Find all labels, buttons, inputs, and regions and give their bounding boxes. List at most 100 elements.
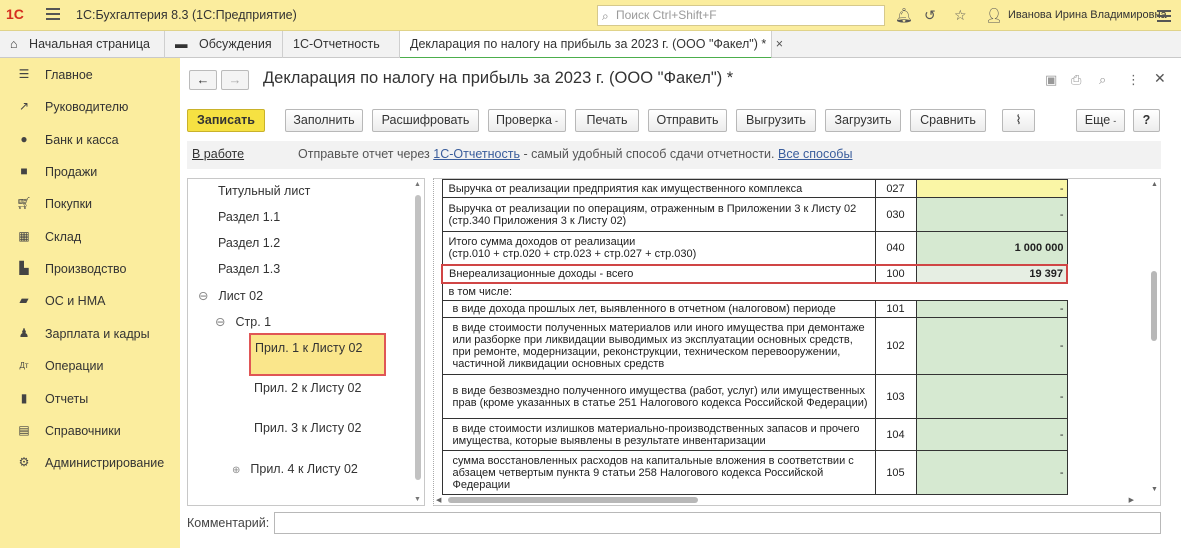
table-row: Выручка от реализации предприятия как им…: [441, 179, 1068, 198]
comment-input[interactable]: [274, 512, 1161, 534]
sidebar-item-label: Производство: [45, 262, 127, 276]
scrollbar-thumb[interactable]: [448, 497, 698, 503]
sidebar-item-label: Продажи: [45, 165, 98, 179]
bell-icon[interactable]: 🔔︎: [895, 7, 913, 24]
more-button[interactable]: Еще -: [1076, 109, 1125, 132]
tree-item[interactable]: ⊖ Стр. 1: [215, 314, 271, 329]
print-icon[interactable]: ⎙: [1071, 72, 1081, 88]
sidebar-item-main[interactable]: ☰ Главное: [0, 64, 180, 88]
main-panel: ← → Декларация по налогу на прибыль за 2…: [181, 58, 1181, 548]
row-value[interactable]: -: [915, 179, 1068, 198]
row-value[interactable]: 1 000 000: [915, 231, 1068, 265]
sidebar-item-warehouse[interactable]: ▦ Склад: [0, 226, 180, 250]
row-value[interactable]: -: [915, 418, 1068, 451]
scroll-up-icon[interactable]: ▲: [1151, 181, 1158, 188]
tree-item[interactable]: ⊕ Прил. 4 к Листу 02: [232, 462, 358, 476]
tree-item[interactable]: Прил. 2 к Листу 02: [254, 381, 361, 395]
star-icon[interactable]: ☆: [954, 7, 967, 24]
collapse-icon[interactable]: ⊖: [198, 289, 208, 303]
tab-declaration[interactable]: Декларация по налогу на прибыль за 2023 …: [400, 31, 783, 59]
sidebar-item-assets[interactable]: ▰ ОС и НМА: [0, 290, 180, 314]
tab-discussions[interactable]: ▬ Обсуждения: [165, 31, 283, 58]
report-horizontal-scrollbar[interactable]: ◀ ▶: [434, 495, 1150, 505]
tab-1c-reporting[interactable]: 1С-Отчетность: [283, 31, 400, 58]
all-ways-link[interactable]: Все способы: [778, 147, 852, 161]
row-value[interactable]: -: [915, 197, 1068, 232]
sidebar-item-label: Банк и касса: [45, 133, 119, 147]
send-button[interactable]: Отправить: [648, 109, 727, 132]
save-icon[interactable]: ▣: [1045, 72, 1057, 88]
expand-icon[interactable]: ⊕: [232, 465, 240, 476]
user-icon[interactable]: 👤︎: [985, 7, 1003, 24]
compare-button[interactable]: Сравнить: [910, 109, 986, 132]
sidebar-item-salary[interactable]: ♟ Зарплата и кадры: [0, 323, 180, 347]
close-icon[interactable]: ✕: [1154, 70, 1166, 87]
tree-item[interactable]: Раздел 1.2: [218, 236, 280, 250]
tree-item[interactable]: Прил. 3 к Листу 02: [254, 421, 361, 435]
sidebar-item-directories[interactable]: ▤ Справочники: [0, 420, 180, 444]
table-row: в виде стоимости излишков материально-пр…: [441, 418, 1068, 451]
tree-item[interactable]: ⊖ Лист 02: [198, 288, 263, 303]
bar-chart-icon: ▮: [20, 391, 28, 405]
tree-scrollbar[interactable]: ▲ ▼: [414, 181, 422, 503]
table-row: в виде стоимости полученных материалов и…: [441, 317, 1068, 375]
history-icon[interactable]: ↺: [924, 7, 936, 24]
import-button[interactable]: Загрузить: [825, 109, 901, 132]
attach-button[interactable]: ⌇: [1002, 109, 1035, 132]
sidebar-item-manager[interactable]: ↗ Руководителю: [0, 96, 180, 120]
row-code: 103: [874, 374, 917, 419]
scrollbar-thumb[interactable]: [415, 195, 421, 480]
fill-button[interactable]: Заполнить: [285, 109, 363, 132]
more-vertical-icon[interactable]: ⋮: [1127, 72, 1140, 88]
main-menu-icon[interactable]: [46, 8, 60, 20]
row-code: 040: [874, 231, 917, 265]
row-code: 102: [874, 317, 917, 375]
sidebar-item-reports[interactable]: ▮ Отчеты: [0, 388, 180, 412]
report-table: Выручка от реализации предприятия как им…: [441, 179, 1068, 495]
close-tab-icon[interactable]: ×: [776, 37, 783, 51]
row-value[interactable]: -: [915, 317, 1068, 375]
check-button[interactable]: Проверка -: [488, 109, 566, 132]
sidebar-item-operations[interactable]: Дт Операции: [0, 355, 180, 379]
row-value[interactable]: -: [915, 450, 1068, 495]
scroll-down-icon[interactable]: ▼: [1151, 486, 1158, 493]
search-input[interactable]: ⌕ Поиск Ctrl+Shift+F: [597, 5, 885, 26]
help-button[interactable]: ?: [1133, 109, 1160, 132]
table-row: Итого сумма доходов от реализации (стр.0…: [441, 231, 1068, 265]
sidebar-item-purchases[interactable]: 🛒︎ Покупки: [0, 193, 180, 217]
reporting-link[interactable]: 1С-Отчетность: [433, 147, 520, 161]
export-button[interactable]: Выгрузить: [736, 109, 816, 132]
preview-icon[interactable]: ⌕: [1099, 72, 1106, 88]
scroll-right-icon[interactable]: ▶: [1129, 496, 1134, 504]
scroll-down-icon[interactable]: ▼: [414, 496, 421, 503]
scroll-up-icon[interactable]: ▲: [414, 181, 421, 188]
forward-button[interactable]: →: [221, 70, 249, 90]
status-link[interactable]: В работе: [192, 147, 244, 161]
user-name[interactable]: Иванова Ирина Владимировна: [1008, 9, 1167, 21]
report-vertical-scrollbar[interactable]: ▲ ▼: [1148, 179, 1160, 505]
tree-item[interactable]: Титульный лист: [218, 184, 310, 198]
row-value[interactable]: -: [915, 300, 1068, 318]
tree-item-selected[interactable]: Прил. 1 к Листу 02: [249, 333, 386, 376]
tree-item-label: Прил. 3 к Листу 02: [254, 421, 362, 435]
back-button[interactable]: ←: [189, 70, 217, 90]
decode-button[interactable]: Расшифровать: [372, 109, 479, 132]
row-code: 101: [874, 300, 917, 318]
sidebar-item-sales[interactable]: ■ Продажи: [0, 161, 180, 185]
scroll-left-icon[interactable]: ◀: [436, 496, 441, 504]
scrollbar-thumb[interactable]: [1151, 271, 1157, 341]
row-value[interactable]: -: [915, 374, 1068, 419]
settings-menu-icon[interactable]: [1157, 10, 1171, 22]
sidebar-item-bank[interactable]: ● Банк и касса: [0, 129, 180, 153]
sidebar-item-admin[interactable]: ⚙ Администрирование: [0, 452, 180, 476]
collapse-icon[interactable]: ⊖: [215, 315, 225, 329]
sidebar-item-production[interactable]: ▙ Производство: [0, 258, 180, 282]
cart-icon: 🛒︎: [16, 196, 32, 210]
save-button[interactable]: Записать: [187, 109, 265, 132]
print-button[interactable]: Печать: [575, 109, 639, 132]
row-value[interactable]: 19 397: [915, 263, 1068, 284]
tree-item[interactable]: Раздел 1.3: [218, 262, 280, 276]
tab-home[interactable]: ⌂ Начальная страница: [0, 31, 165, 58]
row-code: 030: [874, 197, 917, 232]
tree-item[interactable]: Раздел 1.1: [218, 210, 280, 224]
